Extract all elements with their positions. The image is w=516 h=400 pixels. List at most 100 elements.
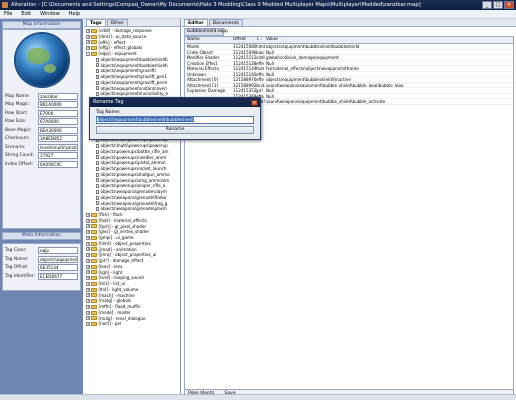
meta-info-panel: Tag Class: eqip Tag Name: objects\equipmen t… (2, 243, 81, 291)
expand-icon[interactable]: + (86, 299, 90, 304)
expand-icon[interactable]: + (86, 247, 90, 252)
folder-icon (91, 247, 97, 252)
cell-offset: 112415128 (233, 60, 256, 66)
document-tab[interactable]: bubbleshield.eqip (184, 28, 228, 36)
tree-item-label: [nect] - pel (98, 321, 122, 327)
expand-icon[interactable]: + (86, 322, 90, 327)
expand-icon[interactable]: + (86, 218, 90, 223)
info-field-value[interactable]: eqip (38, 247, 78, 254)
dialog-title: Rename Tag (93, 99, 124, 105)
expand-icon[interactable]: + (86, 304, 90, 309)
expand-icon[interactable]: + (86, 230, 90, 235)
info-field-row: Map Magic: B61A0000 (5, 101, 78, 109)
info-field-value[interactable]: 17927 (38, 152, 78, 159)
column-header-offset[interactable]: Offset (233, 37, 256, 43)
info-field-label: Tag Identifier: (5, 273, 36, 279)
tab-documents[interactable]: Documents (208, 19, 243, 26)
info-field-value[interactable]: E7000 (38, 109, 78, 117)
column-header-name[interactable]: Name (185, 37, 233, 43)
info-field-row: Tag Class: eqip (5, 247, 78, 255)
expand-icon[interactable]: + (86, 287, 90, 292)
close-button[interactable]: ✕ (504, 1, 514, 9)
map-info-header: Map Information (2, 21, 81, 29)
column-header-type[interactable]: T... (256, 37, 266, 43)
cell-name: Material Effects (187, 66, 219, 71)
info-field-value[interactable]: 3A8ED852 (38, 135, 78, 142)
tree-folder-item[interactable]: + [nect] - pel (86, 321, 179, 327)
window-title: Alteration - [C:\Documents and Settings\… (11, 2, 421, 8)
cell-type: lsnd (256, 82, 265, 88)
cell-name: Explosion Damage (187, 88, 226, 93)
folder-icon (91, 241, 97, 246)
cell-value: objects\equipment\bubbleshield\fx\active (266, 77, 351, 82)
info-field-value[interactable]: 6E35134 (38, 264, 78, 271)
tab-tags[interactable]: Tags (86, 19, 106, 26)
folder-icon (91, 299, 97, 304)
cell-offset: 112415144 (233, 66, 256, 71)
info-field-value[interactable]: zanzibar (38, 92, 78, 100)
info-field-value[interactable]: B61A0000 (38, 101, 78, 108)
expand-icon[interactable]: + (86, 224, 90, 229)
info-field-row: Tag Identifier: ECED0677 (5, 272, 78, 280)
expand-icon[interactable]: + (86, 293, 90, 298)
menu-edit[interactable]: Edit (21, 10, 31, 18)
expand-icon[interactable]: + (86, 270, 90, 275)
collapse-icon[interactable]: - (86, 51, 90, 56)
info-field-value[interactable]: ECED0677 (38, 272, 78, 280)
expand-icon[interactable]: + (86, 253, 90, 258)
tag-name-value: objects\equipment\bubbleshield\bubbleshi… (98, 117, 194, 122)
map-globe-icon (15, 34, 68, 86)
folder-icon (91, 316, 97, 321)
folder-icon (91, 264, 97, 269)
file-icon (96, 184, 99, 189)
folder-icon (91, 281, 97, 286)
menu-help[interactable]: Help (69, 10, 80, 18)
info-field-value[interactable]: levels\multi\zanzibar\z (38, 143, 78, 151)
expand-icon[interactable]: + (86, 34, 90, 39)
file-icon (96, 161, 99, 166)
file-icon (96, 166, 99, 171)
expand-icon[interactable]: + (86, 316, 90, 321)
expand-icon[interactable]: + (86, 28, 90, 33)
expand-icon[interactable]: + (86, 264, 90, 269)
info-field-value[interactable]: objects\equipment\bub (38, 255, 78, 263)
folder-icon (91, 40, 97, 45)
expand-icon[interactable]: + (86, 281, 90, 286)
expand-icon[interactable]: + (86, 276, 90, 281)
tag-name-input[interactable]: objects\equipment\bubbleshield\bubbleshi… (96, 116, 254, 124)
menu-file[interactable]: File (4, 10, 12, 18)
info-field-row: Tag Offset: 6E35134 (5, 264, 78, 272)
expand-icon[interactable]: + (86, 241, 90, 246)
info-field-row: Checksum: 3A8ED852 (5, 135, 78, 143)
expand-icon[interactable]: + (86, 258, 90, 263)
expand-icon[interactable]: + (86, 212, 90, 217)
info-field-value[interactable]: 67A0000 (38, 118, 78, 125)
column-header-value[interactable]: Value (266, 37, 513, 43)
maximize-button[interactable]: □ (493, 1, 503, 9)
minimize-button[interactable]: _ (482, 1, 492, 9)
folder-icon (91, 224, 97, 229)
menu-window[interactable]: Window (40, 10, 60, 18)
folder-icon (91, 310, 97, 315)
info-field-label: Raw Size: (5, 119, 27, 124)
tab-editor[interactable]: Editor (184, 19, 208, 26)
dialog-close-button[interactable]: ✕ (251, 99, 258, 106)
folder-icon (91, 253, 97, 258)
info-field-row: Map Name: zanzibar (5, 92, 78, 100)
tab-other[interactable]: Other (106, 19, 128, 26)
cell-offset: 112415160 (233, 71, 256, 77)
expand-icon[interactable]: + (86, 40, 90, 45)
folder-icon (91, 46, 97, 51)
rename-button[interactable]: Rename (96, 126, 254, 134)
info-field-value[interactable]: 6A000C0C (38, 160, 78, 168)
expand-icon[interactable]: + (86, 46, 90, 51)
info-field-label: Tag Offset: (5, 265, 29, 270)
file-icon (96, 143, 99, 148)
cell-offset: 121588992 (233, 82, 256, 88)
info-field-value[interactable]: BEA30000 (38, 126, 78, 134)
cell-name: Attachment [0] (187, 77, 219, 82)
expand-icon[interactable]: + (86, 235, 90, 240)
expand-icon[interactable]: + (86, 310, 90, 315)
file-icon (96, 57, 99, 62)
info-field-label: Base Magic: (5, 127, 32, 133)
